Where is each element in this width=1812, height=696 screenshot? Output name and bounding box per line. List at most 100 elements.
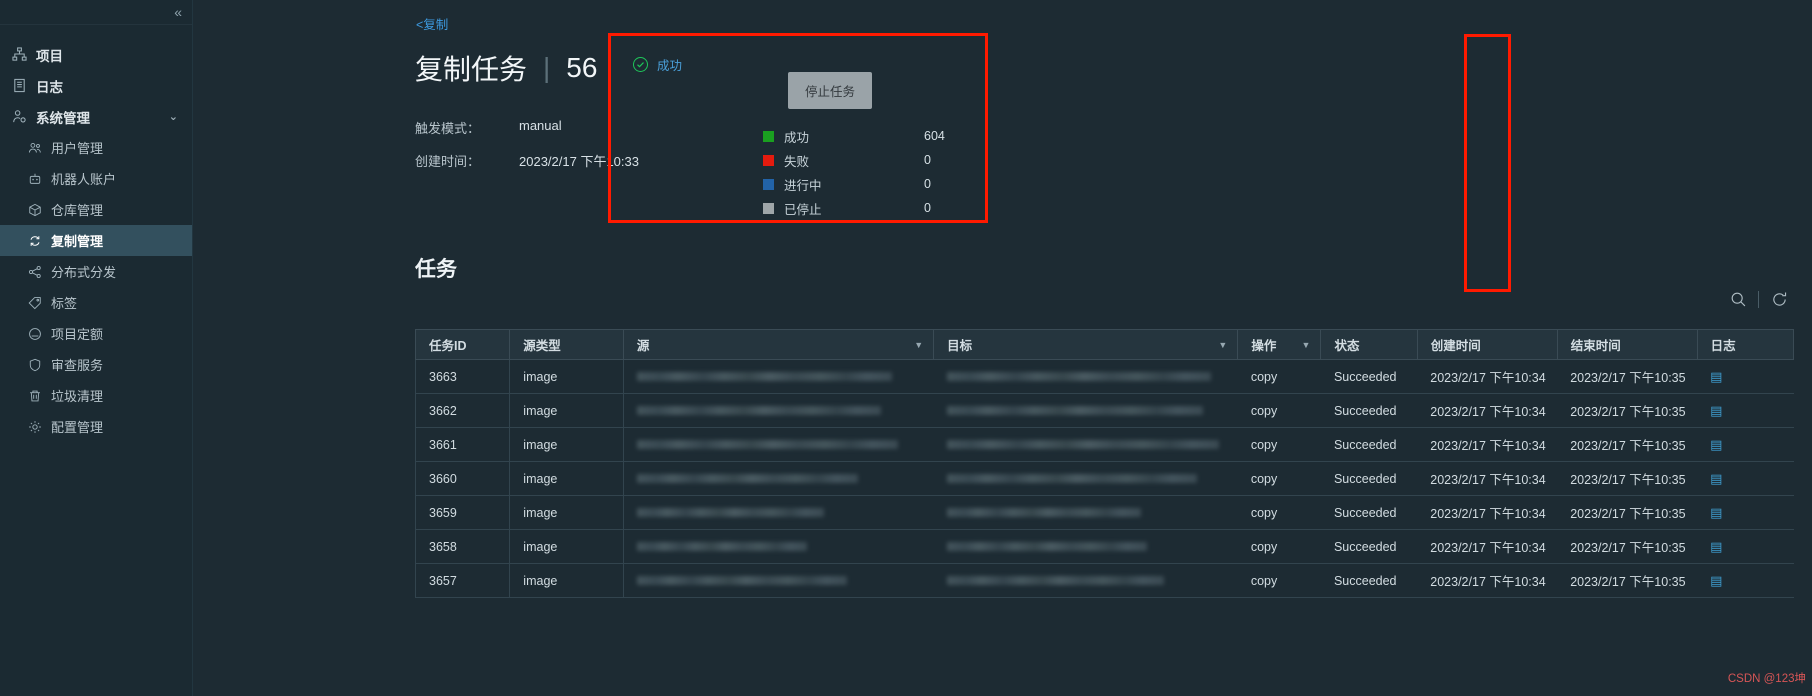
legend-value: 0	[924, 201, 931, 215]
app-root: « 项目 日志 系统管理 ⌄ 用户管理 机器人账户 仓库管理 复制管理 分布式分…	[0, 0, 1812, 696]
sidebar-item-label: 分布式分发	[51, 265, 117, 280]
sidebar-item-robot-accounts[interactable]: 机器人账户	[0, 163, 192, 194]
status-indicator: 成功	[633, 55, 682, 74]
column-header-source[interactable]: 源 ▼	[623, 329, 935, 360]
log-icon[interactable]: ▤	[1710, 573, 1722, 588]
log-icon[interactable]: ▤	[1710, 369, 1722, 384]
column-label: 结束时间	[1570, 339, 1621, 353]
filter-icon[interactable]: ▼	[1218, 340, 1227, 350]
quota-circle-icon	[27, 326, 42, 341]
status-row: 成功 停止任务	[633, 55, 973, 109]
sidebar-item-label: 用户管理	[51, 141, 104, 156]
cell-target	[933, 529, 1238, 564]
column-label: 创建时间	[1430, 339, 1481, 353]
sidebar-item-label: 复制管理	[51, 234, 104, 249]
stop-job-button[interactable]: 停止任务	[788, 72, 873, 109]
cell-source-type: image	[509, 495, 624, 530]
cell-target	[933, 359, 1238, 394]
sidebar-item-system-management[interactable]: 系统管理 ⌄	[0, 101, 192, 132]
column-header-task-id[interactable]: 任务ID	[415, 329, 511, 360]
log-icon[interactable]: ▤	[1710, 403, 1722, 418]
breadcrumb-back-to-replication[interactable]: <复制	[416, 14, 448, 33]
table-row[interactable]: 3657 image copy Succeeded 2023/2/17 下午10…	[415, 563, 1794, 598]
cell-task-id: 3660	[415, 461, 511, 496]
sidebar-item-label: 日志	[36, 79, 63, 95]
chevron-down-icon[interactable]: ⌄	[169, 110, 178, 123]
sidebar-item-repository-management[interactable]: 仓库管理	[0, 194, 192, 225]
cell-created-time: 2023/2/17 下午10:34	[1417, 359, 1558, 394]
cell-created-time: 2023/2/17 下午10:34	[1417, 529, 1558, 564]
sidebar-item-configuration[interactable]: 配置管理	[0, 411, 192, 442]
log-icon[interactable]: ▤	[1710, 437, 1722, 452]
cell-log[interactable]: ▤	[1697, 461, 1794, 496]
page-title-text: 复制任务	[415, 54, 528, 85]
collapse-sidebar-icon[interactable]: «	[174, 5, 182, 19]
column-header-log[interactable]: 日志	[1697, 329, 1794, 360]
cell-log[interactable]: ▤	[1697, 495, 1794, 530]
cell-task-id: 3657	[415, 563, 511, 598]
cell-status: Succeeded	[1320, 427, 1418, 462]
cell-source	[623, 393, 934, 428]
table-row[interactable]: 3663 image copy Succeeded 2023/2/17 下午10…	[415, 359, 1794, 394]
cell-log[interactable]: ▤	[1697, 427, 1794, 462]
filter-icon[interactable]: ▼	[1302, 340, 1311, 350]
sidebar-item-project-quotas[interactable]: 项目定额	[0, 318, 192, 349]
log-icon[interactable]: ▤	[1710, 539, 1722, 554]
cell-status: Succeeded	[1320, 529, 1418, 564]
column-header-end-time[interactable]: 结束时间	[1557, 329, 1698, 360]
column-header-target[interactable]: 目标 ▼	[933, 329, 1239, 360]
cell-source-type: image	[509, 359, 624, 394]
sidebar-item-interrogation-services[interactable]: 审查服务	[0, 349, 192, 380]
sidebar-item-garbage-collection[interactable]: 垃圾清理	[0, 380, 192, 411]
table-row[interactable]: 3658 image copy Succeeded 2023/2/17 下午10…	[415, 529, 1794, 564]
sidebar-item-projects[interactable]: 项目	[0, 39, 192, 70]
cell-source-type: image	[509, 563, 624, 598]
cell-task-id: 3661	[415, 427, 511, 462]
status-label: 成功	[657, 59, 683, 73]
column-header-operation[interactable]: 操作 ▼	[1237, 329, 1322, 360]
cell-log[interactable]: ▤	[1697, 393, 1794, 428]
cell-end-time: 2023/2/17 下午10:35	[1557, 563, 1698, 598]
column-header-created-time[interactable]: 创建时间	[1417, 329, 1558, 360]
sidebar-item-labels[interactable]: 标签	[0, 287, 192, 318]
sidebar-item-user-management[interactable]: 用户管理	[0, 132, 192, 163]
column-header-status[interactable]: 状态	[1320, 329, 1418, 360]
cell-source	[623, 495, 934, 530]
column-header-source-type[interactable]: 源类型	[509, 329, 624, 360]
cell-log[interactable]: ▤	[1697, 359, 1794, 394]
cell-log[interactable]: ▤	[1697, 529, 1794, 564]
cell-task-id: 3658	[415, 529, 511, 564]
log-book-icon	[12, 78, 27, 93]
sidebar-item-label: 审查服务	[51, 358, 104, 373]
sidebar-item-replication-management[interactable]: 复制管理	[0, 225, 192, 256]
meta-row-created: 创建时间： 2023/2/17 下午10:33	[415, 151, 639, 170]
cell-operation: copy	[1237, 495, 1321, 530]
sidebar-header: «	[0, 0, 192, 24]
table-row[interactable]: 3662 image copy Succeeded 2023/2/17 下午10…	[415, 393, 1794, 428]
trigger-mode-value: manual	[519, 118, 562, 133]
table-row[interactable]: 3661 image copy Succeeded 2023/2/17 下午10…	[415, 427, 1794, 462]
search-icon[interactable]	[1723, 286, 1753, 312]
filter-icon[interactable]: ▼	[914, 340, 923, 350]
column-label: 任务ID	[429, 339, 467, 353]
cell-log[interactable]: ▤	[1697, 563, 1794, 598]
refresh-icon[interactable]	[1764, 286, 1794, 312]
log-icon[interactable]: ▤	[1710, 471, 1722, 486]
page-title: 复制任务 | 56	[415, 48, 597, 88]
cell-source-type: image	[509, 461, 624, 496]
sidebar-item-distribution[interactable]: 分布式分发	[0, 256, 192, 287]
table-row[interactable]: 3659 image copy Succeeded 2023/2/17 下午10…	[415, 495, 1794, 530]
sidebar-item-label: 标签	[51, 296, 78, 311]
table-row[interactable]: 3660 image copy Succeeded 2023/2/17 下午10…	[415, 461, 1794, 496]
sidebar-item-label: 仓库管理	[51, 203, 104, 218]
sidebar-item-logs[interactable]: 日志	[0, 70, 192, 101]
log-icon[interactable]: ▤	[1710, 505, 1722, 520]
cell-task-id: 3659	[415, 495, 511, 530]
cell-created-time: 2023/2/17 下午10:34	[1417, 495, 1558, 530]
table-toolbar	[1723, 286, 1794, 312]
watermark: CSDN @123坤	[1727, 673, 1806, 685]
execution-status-panel: 成功 停止任务 成功 604 失败 0 进行中 0 已停止 0	[608, 33, 988, 223]
cell-status: Succeeded	[1320, 563, 1418, 598]
legend-label: 已停止	[784, 202, 822, 217]
cell-created-time: 2023/2/17 下午10:34	[1417, 393, 1558, 428]
